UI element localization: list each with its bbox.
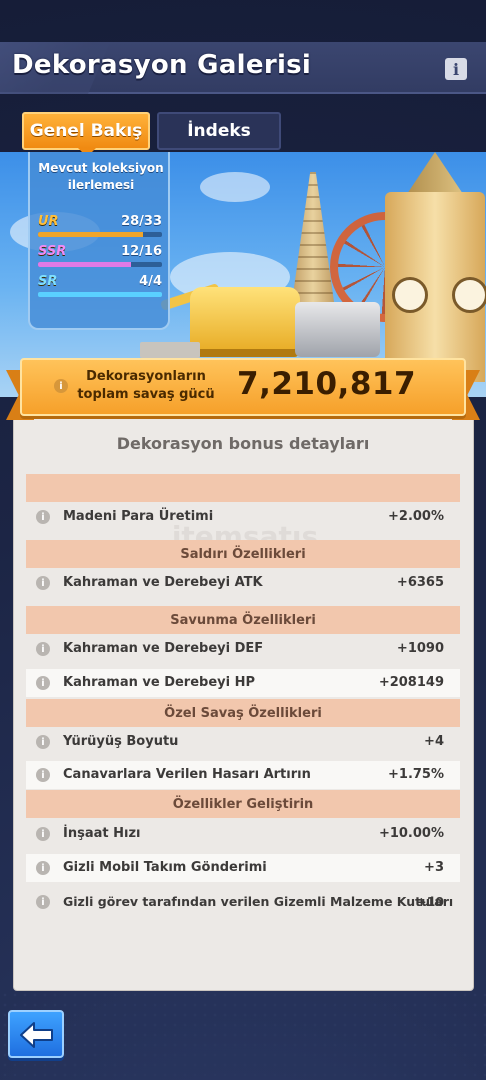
stat-row: i Madeni Para Üretimi +2.00% [26, 503, 460, 531]
stat-value: +1.75% [388, 767, 444, 782]
stat-row: i Canavarlara Verilen Hasarı Artırın +1.… [26, 761, 460, 789]
stat-value: +3 [424, 860, 444, 875]
stat-name: Gizli görev tarafından verilen Gizemli M… [63, 894, 454, 909]
rarity-progress-bar [38, 232, 162, 237]
stat-name: Kahraman ve Derebeyi DEF [63, 641, 264, 656]
rarity-label: SSR [38, 244, 67, 259]
progress-title: Mevcut koleksiyon ilerlemesi [38, 161, 164, 192]
tab-index[interactable]: İndeks [157, 112, 281, 150]
stat-name: İnşaat Hızı [63, 826, 141, 841]
info-icon[interactable]: i [36, 735, 50, 749]
clock-face [452, 277, 486, 313]
rarity-row-sr: SR 4/4 [38, 274, 162, 298]
rarity-count: 12/16 [121, 244, 162, 259]
stat-name: Gizli Mobil Takım Gönderimi [63, 860, 267, 875]
rarity-count: 4/4 [139, 274, 162, 289]
info-icon[interactable]: i [36, 576, 50, 590]
info-icon[interactable]: i [36, 768, 50, 782]
info-icon[interactable]: i [36, 861, 50, 875]
page-title: Dekorasyon Galerisi [12, 50, 312, 80]
statue-pedestal [140, 342, 200, 358]
section-header: Savunma Özellikleri [26, 606, 460, 634]
stat-row: i Kahraman ve Derebeyi HP +208149 [26, 669, 460, 697]
tab-overview[interactable]: Genel Bakış [22, 112, 150, 157]
rarity-label: SR [38, 274, 58, 289]
info-icon[interactable]: i [36, 895, 50, 909]
stat-name: Madeni Para Üretimi [63, 509, 214, 524]
bonus-details-title: Dekorasyon bonus detayları [116, 434, 370, 453]
info-icon[interactable]: i [36, 827, 50, 841]
info-icon[interactable]: i [36, 510, 50, 524]
section-header [26, 474, 460, 502]
stat-row: i Gizli görev tarafından verilen Gizemli… [26, 888, 460, 916]
stat-value: +10 [416, 894, 444, 909]
stat-name: Canavarlara Verilen Hasarı Artırın [63, 767, 311, 782]
stat-value: +6365 [396, 575, 444, 590]
stat-value: +4 [424, 734, 444, 749]
section-header: Özellikler Geliştirin [26, 790, 460, 818]
stat-row: i Yürüyüş Boyutu +4 [26, 728, 460, 756]
rarity-progress-fill [38, 262, 131, 267]
back-button[interactable] [8, 1010, 64, 1058]
stat-value: +10.00% [378, 826, 444, 841]
rarity-row-ssr: SSR 12/16 [38, 244, 162, 268]
cloud [200, 172, 270, 202]
section-header: Özel Savaş Özellikleri [26, 699, 460, 727]
total-power-label: Dekorasyonların toplam savaş gücü [77, 369, 215, 402]
total-power-value: 7,210,817 [237, 366, 417, 402]
golden-tank-decoration [190, 287, 300, 357]
stat-value: +2.00% [388, 509, 444, 524]
stat-row: i İnşaat Hızı +10.00% [26, 820, 460, 848]
stat-name: Yürüyüş Boyutu [63, 734, 179, 749]
info-icon[interactable]: i [54, 379, 68, 393]
stat-value: +1090 [396, 641, 444, 656]
rarity-progress-fill [38, 292, 162, 297]
rarity-label: UR [38, 214, 59, 229]
stat-name: Kahraman ve Derebeyi ATK [63, 575, 263, 590]
back-arrow-icon [20, 1022, 53, 1048]
background-pattern [0, 990, 486, 1080]
silver-jeep-decoration [295, 302, 380, 357]
rarity-progress-fill [38, 232, 144, 237]
stat-row: i Kahraman ve Derebeyi ATK +6365 [26, 569, 460, 597]
rarity-progress-bar [38, 262, 162, 267]
section-header: Saldırı Özellikleri [26, 540, 460, 568]
rarity-progress-bar [38, 292, 162, 297]
rarity-row-ur: UR 28/33 [38, 214, 162, 238]
stat-row: i Gizli Mobil Takım Gönderimi +3 [26, 854, 460, 882]
info-icon[interactable]: i [36, 676, 50, 690]
stat-name: Kahraman ve Derebeyi HP [63, 675, 256, 690]
collection-progress-panel: Mevcut koleksiyon ilerlemesi UR 28/33 SS… [28, 152, 170, 330]
stat-row: i Kahraman ve Derebeyi DEF +1090 [26, 635, 460, 663]
rarity-count: 28/33 [121, 214, 162, 229]
info-icon[interactable]: i [36, 642, 50, 656]
clock-face [392, 277, 428, 313]
stat-value: +208149 [378, 675, 444, 690]
info-icon[interactable]: i [445, 58, 467, 80]
